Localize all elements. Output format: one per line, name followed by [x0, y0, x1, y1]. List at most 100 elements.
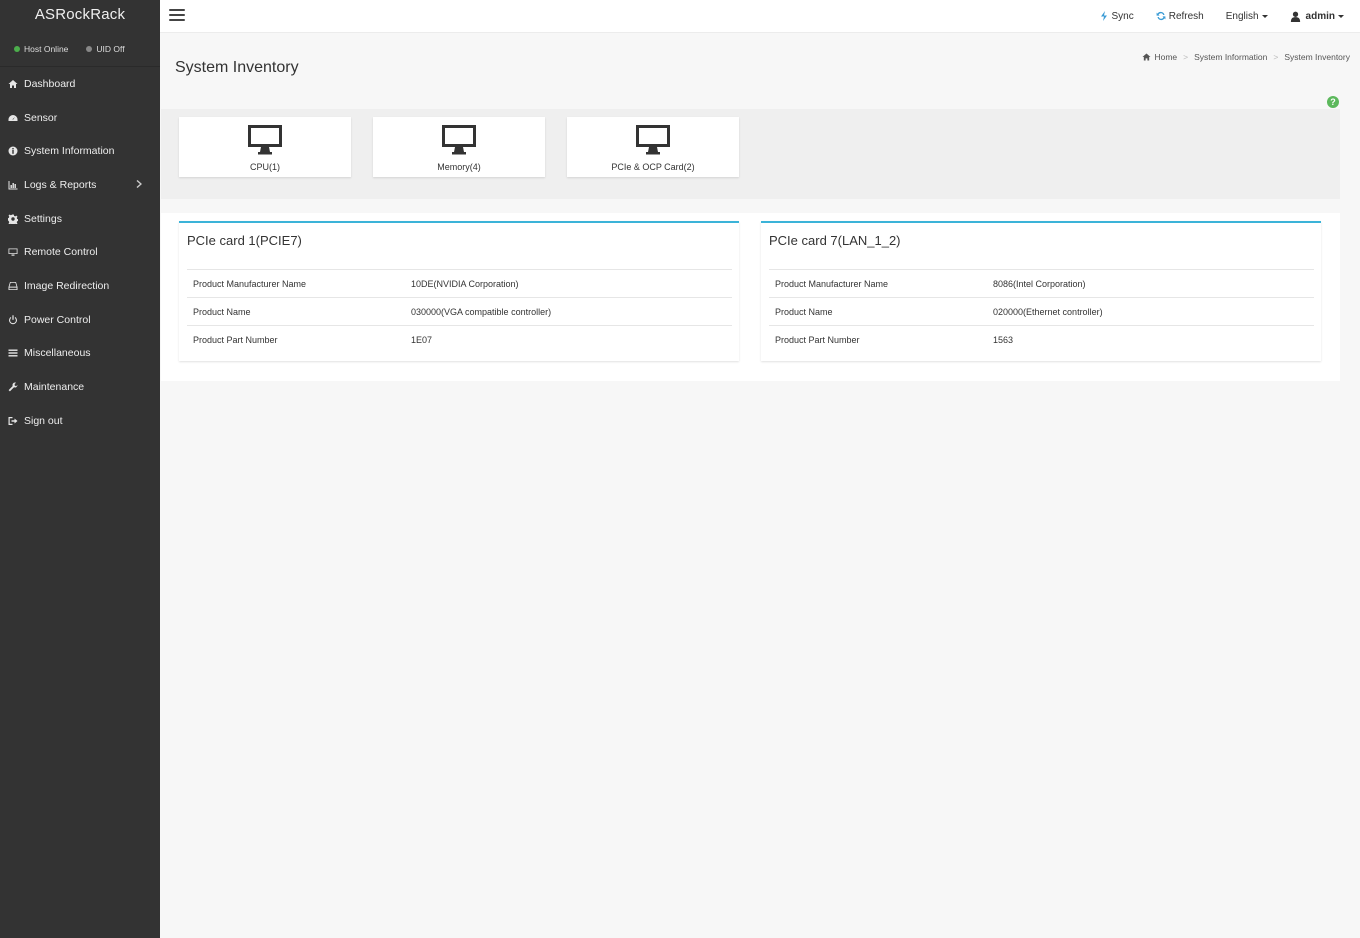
sidebar-item-system-information[interactable]: System Information: [0, 134, 160, 168]
uid-status-label: UID Off: [96, 44, 125, 54]
inventory-tiles: CPU(1) Memory(4) PCIe & OCP Card(2): [161, 109, 1340, 199]
sidebar: ASRockRack Host Online UID Off Dashboard…: [0, 0, 160, 938]
sidebar-item-label: Dashboard: [24, 77, 76, 90]
gauge-icon: [7, 112, 19, 124]
sidebar-item-dashboard[interactable]: Dashboard: [0, 67, 160, 101]
sidebar-item-label: Power Control: [24, 313, 91, 326]
tile-label: Memory(4): [437, 162, 481, 172]
table-row: Product Name 030000(VGA compatible contro…: [187, 297, 732, 326]
pcie-card: PCIe card 7(LAN_1_2) Product Manufacture…: [761, 221, 1321, 361]
menu-toggle-icon[interactable]: [169, 9, 185, 22]
breadcrumb-system-information[interactable]: System Information: [1194, 52, 1267, 62]
power-icon: [7, 314, 19, 326]
monitor-icon: [179, 124, 351, 155]
sidebar-item-label: Sensor: [24, 111, 58, 124]
pcie-cards-area: PCIe card 1(PCIE7) Product Manufacturer …: [161, 213, 1340, 381]
row-value: 8086(Intel Corporation): [987, 269, 1314, 298]
sidebar-item-label: Sign out: [24, 414, 63, 427]
sidebar-item-label: Maintenance: [24, 381, 85, 394]
table-row: Product Name 020000(Ethernet controller): [769, 297, 1314, 326]
sidebar-item-label: System Information: [24, 145, 115, 158]
host-status-dot-icon: [14, 46, 20, 52]
wrench-icon: [7, 381, 19, 393]
list-icon: [7, 347, 19, 359]
sidebar-item-settings[interactable]: Settings: [0, 202, 160, 236]
row-key: Product Manufacturer Name: [769, 269, 987, 298]
sidebar-item-label: Image Redirection: [24, 279, 110, 292]
language-label: English: [1225, 10, 1259, 22]
sidebar-item-logs-reports[interactable]: Logs & Reports: [0, 168, 160, 202]
home-icon: [1142, 53, 1151, 61]
uid-status-dot-icon: [86, 46, 93, 52]
sidebar-item-sign-out[interactable]: Sign out: [0, 404, 160, 438]
row-key: Product Name: [187, 297, 405, 326]
row-value: 020000(Ethernet controller): [987, 297, 1314, 326]
sidebar-item-power-control[interactable]: Power Control: [0, 303, 160, 337]
disk-icon: [7, 280, 19, 292]
row-value: 030000(VGA compatible controller): [405, 297, 732, 326]
table-row: Product Manufacturer Name 8086(Intel Corp…: [769, 269, 1314, 298]
host-status-label: Host Online: [24, 44, 69, 54]
monitor-icon: [373, 124, 545, 155]
sidebar-nav: Dashboard Sensor System Information Logs…: [0, 67, 160, 438]
brand-logo: ASRockRack: [34, 6, 126, 23]
caret-down-icon: [1261, 14, 1268, 18]
gear-icon: [7, 213, 19, 225]
row-value: 1563: [987, 325, 1314, 353]
tile-memory[interactable]: Memory(4): [373, 117, 545, 177]
bar-chart-icon: [7, 179, 19, 191]
tile-cpu[interactable]: CPU(1): [179, 117, 351, 177]
sync-label: Sync: [1111, 10, 1134, 22]
user-icon: [1290, 11, 1300, 22]
row-value: 1E07: [405, 325, 732, 353]
home-icon: [7, 78, 19, 90]
tile-pcie-ocp[interactable]: PCIe & OCP Card(2): [567, 117, 739, 177]
monitor-icon: [7, 246, 19, 258]
table-row: Product Manufacturer Name 10DE(NVIDIA Cor…: [187, 269, 732, 298]
table-row: Product Part Number 1E07: [187, 325, 732, 353]
page-title: System Inventory: [175, 59, 299, 76]
sidebar-item-label: Remote Control: [24, 246, 98, 259]
top-bar: Sync Refresh English admin: [160, 0, 1360, 33]
top-actions: Sync Refresh English admin: [1100, 0, 1360, 32]
refresh-icon: [1156, 11, 1166, 21]
sidebar-item-label: Settings: [24, 212, 62, 225]
row-key: Product Part Number: [769, 325, 987, 353]
sidebar-item-remote-control[interactable]: Remote Control: [0, 235, 160, 269]
info-icon: [7, 145, 19, 157]
breadcrumb-separator: >: [1273, 52, 1279, 62]
host-status: Host Online: [14, 44, 68, 54]
breadcrumb: Home > System Information > System Inven…: [1142, 52, 1350, 62]
chevron-right-icon: [136, 179, 144, 189]
uid-status[interactable]: UID Off: [86, 44, 125, 54]
monitor-icon: [567, 124, 739, 155]
breadcrumb-current: System Inventory: [1284, 52, 1350, 62]
card-table: Product Manufacturer Name 8086(Intel Corp…: [769, 269, 1314, 353]
sync-button[interactable]: Sync: [1100, 10, 1134, 22]
user-menu[interactable]: admin: [1290, 11, 1344, 22]
table-row: Product Part Number 1563: [769, 325, 1314, 353]
breadcrumb-separator: >: [1183, 52, 1189, 62]
sign-out-icon: [7, 415, 19, 427]
refresh-button[interactable]: Refresh: [1156, 11, 1204, 22]
user-name: admin: [1305, 10, 1335, 22]
tile-label: CPU(1): [249, 162, 280, 172]
sidebar-item-image-redirection[interactable]: Image Redirection: [0, 269, 160, 303]
sync-icon: [1101, 11, 1108, 21]
tile-label: PCIe & OCP Card(2): [611, 162, 695, 172]
card-table: Product Manufacturer Name 10DE(NVIDIA Cor…: [187, 269, 732, 353]
breadcrumb-home[interactable]: Home: [1154, 52, 1177, 62]
row-key: Product Part Number: [187, 325, 405, 353]
sidebar-item-label: Logs & Reports: [24, 178, 97, 191]
help-icon[interactable]: ?: [1327, 96, 1339, 108]
status-row: Host Online UID Off: [0, 32, 160, 67]
language-dropdown[interactable]: English: [1226, 11, 1268, 22]
card-title: PCIe card 7(LAN_1_2): [769, 233, 901, 248]
sidebar-item-label: Miscellaneous: [24, 347, 91, 360]
caret-down-icon: [1338, 14, 1344, 18]
sidebar-item-miscellaneous[interactable]: Miscellaneous: [0, 337, 160, 371]
sidebar-item-sensor[interactable]: Sensor: [0, 101, 160, 135]
row-key: Product Manufacturer Name: [187, 269, 405, 298]
sidebar-item-maintenance[interactable]: Maintenance: [0, 370, 160, 404]
pcie-card: PCIe card 1(PCIE7) Product Manufacturer …: [179, 221, 739, 361]
